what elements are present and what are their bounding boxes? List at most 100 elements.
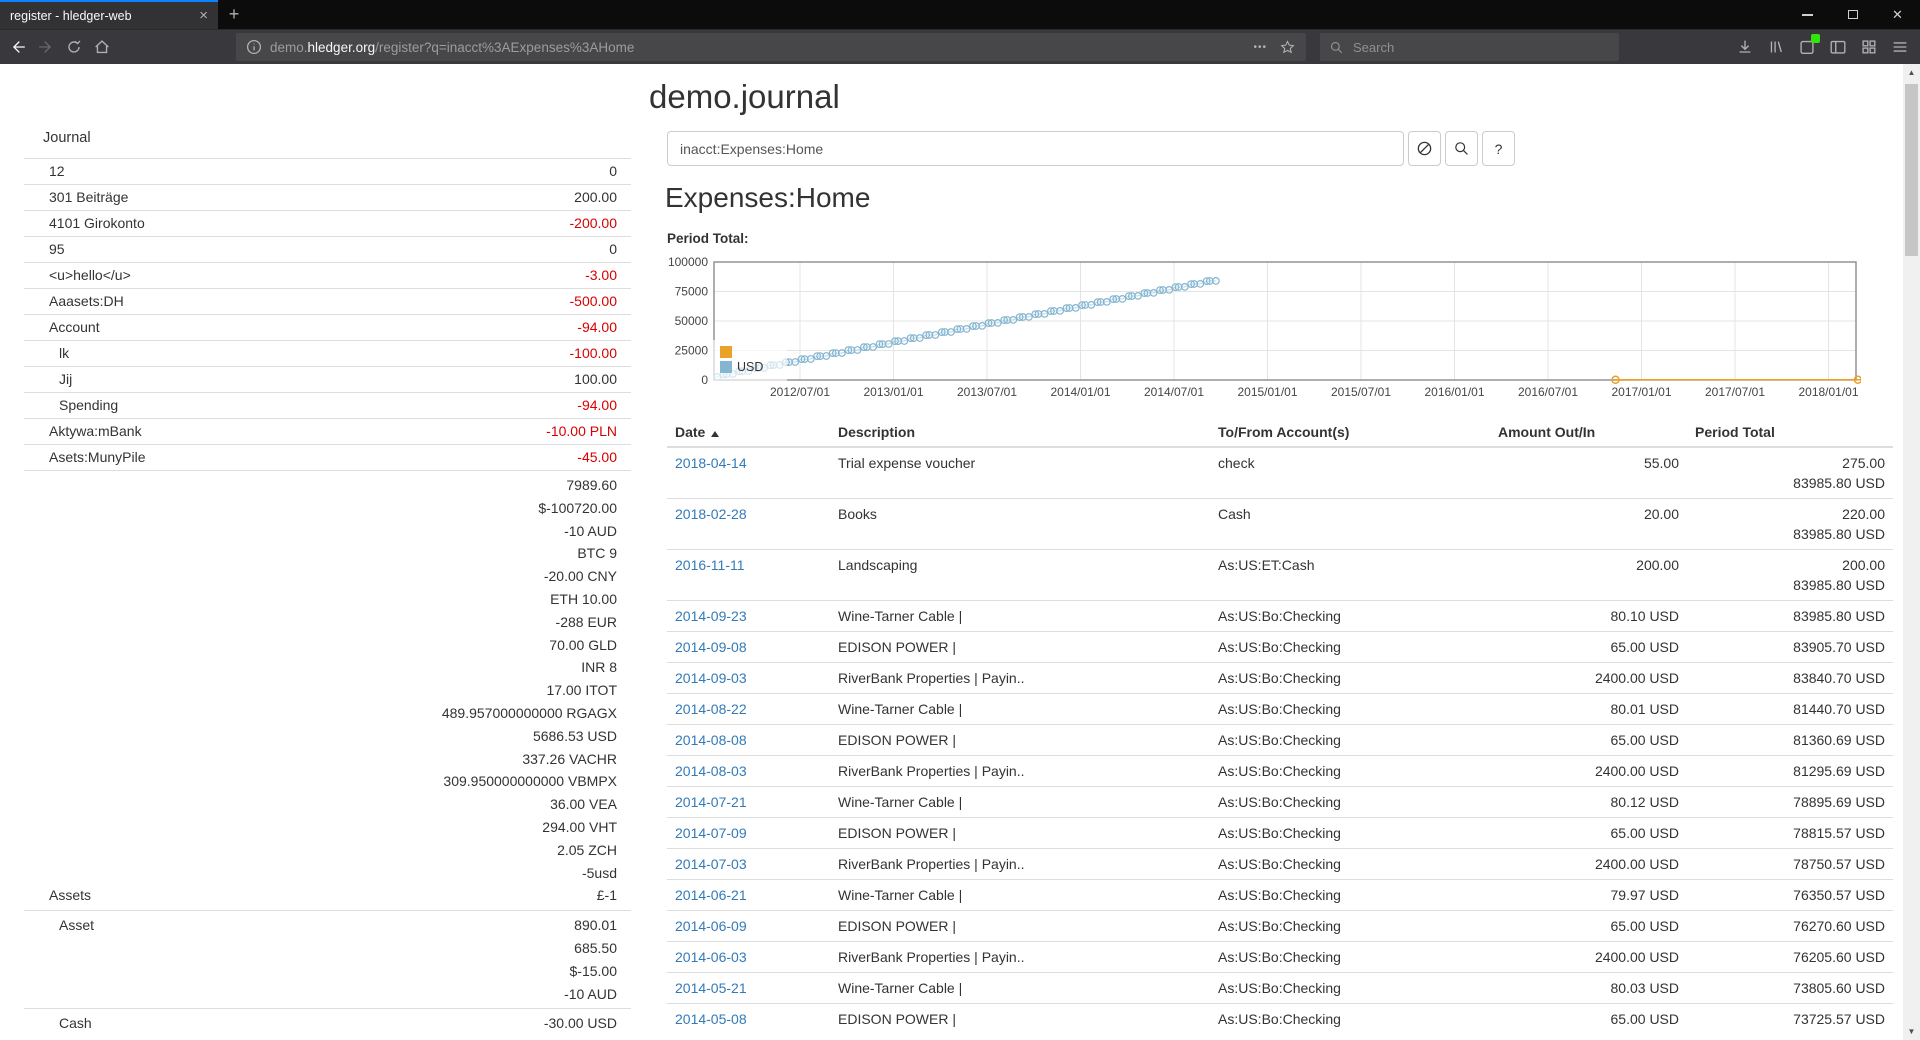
clear-query-button[interactable] (1408, 131, 1441, 166)
account-cell: As:US:Bo:Checking (1210, 632, 1490, 663)
date-link[interactable]: 2014-07-09 (675, 825, 747, 841)
date-link[interactable]: 2016-11-11 (675, 557, 745, 573)
date-link[interactable]: 2014-08-03 (675, 763, 747, 779)
date-link[interactable]: 2014-09-23 (675, 608, 747, 624)
date-link[interactable]: 2014-08-22 (675, 701, 747, 717)
date-link[interactable]: 2014-05-21 (675, 980, 747, 996)
table-row[interactable]: 2014-07-03RiverBank Properties | Payin..… (667, 849, 1893, 880)
period-total-cell: 73805.60 USD (1687, 973, 1893, 1004)
date-link[interactable]: 2014-07-03 (675, 856, 747, 872)
help-button[interactable]: ? (1482, 131, 1515, 166)
scrollbar-down-icon[interactable]: ▼ (1903, 1023, 1920, 1040)
library-button[interactable] (1762, 32, 1790, 62)
account-link[interactable]: 95 (32, 239, 65, 260)
table-row[interactable]: 2014-06-21Wine-Tarner Cable |As:US:Bo:Ch… (667, 880, 1893, 911)
bookmark-star-icon[interactable] (1279, 39, 1296, 56)
sidebar-journal-link[interactable]: Journal (24, 128, 631, 148)
account-link[interactable]: <u>hello</u> (32, 265, 131, 286)
account-link[interactable]: Assets (32, 884, 91, 907)
query-input[interactable] (667, 131, 1404, 166)
hamburger-menu-icon (1890, 37, 1910, 57)
account-link[interactable]: 4101 Girokonto (32, 213, 145, 234)
browser-search-input[interactable] (1351, 39, 1581, 56)
sidebar-toggle-button[interactable] (1824, 32, 1852, 62)
tab-close-icon[interactable]: × (196, 7, 211, 24)
forward-button[interactable] (32, 32, 60, 62)
page-actions-icon[interactable]: ••• (1253, 42, 1267, 53)
svg-text:50000: 50000 (675, 314, 709, 328)
svg-text:2018/01/01: 2018/01/01 (1798, 385, 1858, 399)
table-row[interactable]: 2014-05-08EDISON POWER |As:US:Bo:Checkin… (667, 1004, 1893, 1035)
browser-search-box[interactable] (1320, 33, 1619, 61)
date-link[interactable]: 2014-06-03 (675, 949, 747, 965)
svg-text:2015/01/01: 2015/01/01 (1237, 385, 1297, 399)
date-link[interactable]: 2014-05-08 (675, 1011, 747, 1027)
table-row[interactable]: 2014-08-22Wine-Tarner Cable |As:US:Bo:Ch… (667, 694, 1893, 725)
account-cell: As:US:Bo:Checking (1210, 663, 1490, 694)
table-row[interactable]: 2014-09-23Wine-Tarner Cable |As:US:Bo:Ch… (667, 601, 1893, 632)
account-cell: As:US:Bo:Checking (1210, 601, 1490, 632)
register-body: 2018-04-14Trial expense vouchercheck55.0… (667, 447, 1893, 1034)
description-cell: RiverBank Properties | Payin.. (830, 663, 1210, 694)
scrollbar-up-icon[interactable]: ▲ (1903, 64, 1920, 81)
reload-button[interactable] (60, 32, 88, 62)
account-link[interactable]: Asset (32, 914, 94, 937)
table-row[interactable]: 2014-07-09EDISON POWER |As:US:Bo:Checkin… (667, 818, 1893, 849)
table-row[interactable]: 2018-04-14Trial expense vouchercheck55.0… (667, 447, 1893, 499)
table-row[interactable]: 2014-06-09EDISON POWER |As:US:Bo:Checkin… (667, 911, 1893, 942)
site-info-icon[interactable] (246, 39, 262, 55)
account-link[interactable]: Aktywa:mBank (32, 421, 142, 442)
date-link[interactable]: 2018-02-28 (675, 506, 747, 522)
account-cell: As:US:Bo:Checking (1210, 787, 1490, 818)
account-link[interactable]: Asets:MunyPile (32, 447, 145, 468)
new-tab-button[interactable]: + (218, 0, 250, 29)
account-link[interactable]: 301 Beiträge (32, 187, 128, 208)
account-row: Account-94.00 (24, 315, 631, 341)
account-cell: As:US:Bo:Checking (1210, 725, 1490, 756)
account-link[interactable]: Spending (32, 395, 118, 416)
account-link[interactable]: 12 (32, 161, 65, 182)
search-button[interactable] (1445, 131, 1478, 166)
date-link[interactable]: 2014-09-08 (675, 639, 747, 655)
grid-button[interactable] (1855, 32, 1883, 62)
extension-button[interactable] (1793, 32, 1821, 62)
table-row[interactable]: 2018-02-28BooksCash20.00220.0083985.80 U… (667, 499, 1893, 550)
date-link[interactable]: 2014-07-21 (675, 794, 747, 810)
maximize-button[interactable] (1830, 0, 1875, 29)
account-link[interactable]: Jij (32, 369, 72, 390)
menu-button[interactable] (1886, 32, 1914, 62)
back-button[interactable] (4, 32, 32, 62)
table-row[interactable]: 2014-06-03RiverBank Properties | Payin..… (667, 942, 1893, 973)
date-link[interactable]: 2014-09-03 (675, 670, 747, 686)
svg-text:2016/01/01: 2016/01/01 (1424, 385, 1484, 399)
column-header-date[interactable]: Date (667, 419, 830, 447)
account-link[interactable]: Account (32, 317, 100, 338)
table-row[interactable]: 2014-09-03 RiverBank Properties | Payin..… (667, 663, 1893, 694)
home-button[interactable] (88, 32, 116, 62)
account-link[interactable]: lk (32, 343, 69, 364)
account-link[interactable]: Aaasets:DH (32, 291, 124, 312)
account-link[interactable]: Cash (32, 1012, 92, 1035)
date-link[interactable]: 2018-04-14 (675, 455, 747, 471)
close-button[interactable]: ✕ (1875, 0, 1920, 29)
table-row[interactable]: 2014-09-08EDISON POWER |As:US:Bo:Checkin… (667, 632, 1893, 663)
minimize-button[interactable] (1785, 0, 1830, 29)
date-link[interactable]: 2014-08-08 (675, 732, 747, 748)
download-button[interactable] (1731, 32, 1759, 62)
account-row: Spending-94.00 (24, 393, 631, 419)
period-total-label: Period Total: (667, 231, 749, 246)
table-row[interactable]: 2014-08-08EDISON POWER |As:US:Bo:Checkin… (667, 725, 1893, 756)
description-cell: Trial expense voucher (830, 447, 1210, 499)
url-bar[interactable]: demo.hledger.org/register?q=inacct%3AExp… (236, 33, 1306, 61)
tab-register[interactable]: register - hledger-web × (0, 0, 218, 29)
date-link[interactable]: 2014-06-09 (675, 918, 747, 934)
scrollbar-thumb[interactable] (1905, 84, 1918, 256)
table-row[interactable]: 2014-07-21Wine-Tarner Cable |As:US:Bo:Ch… (667, 787, 1893, 818)
date-link[interactable]: 2014-06-21 (675, 887, 747, 903)
description-cell: EDISON POWER | (830, 911, 1210, 942)
table-row[interactable]: 2016-11-11LandscapingAs:US:ET:Cash200.00… (667, 550, 1893, 601)
table-row[interactable]: 2014-05-21Wine-Tarner Cable |As:US:Bo:Ch… (667, 973, 1893, 1004)
register-table: Date Description To/From Account(s) Amou… (667, 419, 1893, 1034)
page-scrollbar[interactable]: ▲ ▼ (1903, 64, 1920, 1040)
table-row[interactable]: 2014-08-03RiverBank Properties | Payin..… (667, 756, 1893, 787)
